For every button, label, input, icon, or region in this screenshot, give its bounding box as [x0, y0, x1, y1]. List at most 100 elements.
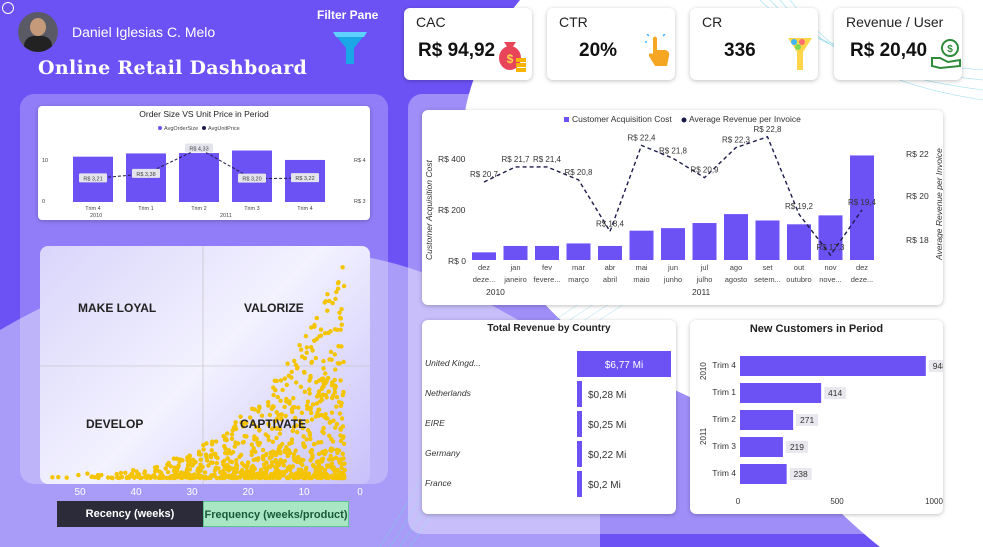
scatter-point	[280, 387, 285, 393]
scatter-point	[332, 383, 338, 388]
data-label: R$ 22,4	[627, 133, 656, 142]
scatter-point	[85, 471, 90, 476]
scatter-point	[307, 391, 312, 396]
data-label: $6,77 Mi	[605, 360, 643, 371]
scatter-point	[279, 412, 284, 417]
scatter-point	[289, 440, 294, 445]
legend-label: AvgUnitPrice	[208, 126, 240, 132]
scatter-x-axis: 50 40 30 20 10 0	[74, 487, 363, 498]
scatter-point	[213, 439, 219, 444]
x-tick: nov	[824, 263, 836, 272]
x-tick: 50	[74, 487, 86, 498]
scatter-point	[330, 300, 335, 306]
scatter-point	[330, 395, 335, 401]
svg-text:$: $	[947, 44, 953, 55]
scatter-point	[333, 327, 338, 332]
scatter-point	[334, 395, 340, 400]
scatter-point	[174, 456, 180, 461]
scatter-point	[292, 358, 297, 364]
scatter-point	[200, 464, 205, 470]
scatter-point	[284, 396, 289, 402]
scatter-point	[281, 463, 286, 468]
scatter-point	[142, 471, 147, 476]
scatter-point	[328, 329, 333, 334]
scatter-point	[239, 461, 245, 466]
bar	[503, 245, 528, 260]
scatter-point	[299, 347, 304, 352]
x-tick: Trim 4	[297, 206, 312, 212]
scatter-point	[209, 442, 215, 447]
scatter-point	[270, 473, 275, 478]
scatter-point	[257, 405, 262, 411]
bar	[787, 224, 811, 260]
bar	[740, 410, 794, 430]
scatter-point	[308, 375, 313, 380]
category-label: Trim 1	[712, 387, 736, 397]
data-label: 948	[933, 361, 943, 371]
scatter-point	[336, 448, 342, 453]
scatter-point	[325, 308, 330, 313]
scatter-point	[285, 361, 290, 366]
x-tick: dez	[856, 263, 868, 272]
tab-frequency[interactable]: Frequency (weeks/product)	[203, 501, 349, 527]
scatter-point	[298, 384, 304, 389]
scatter-point	[323, 371, 328, 376]
bar	[577, 441, 582, 467]
scatter-point	[299, 410, 305, 415]
scatter-point	[253, 449, 258, 455]
x-tick: 1000	[925, 497, 943, 506]
filter-icon[interactable]	[330, 28, 370, 68]
scatter-point	[307, 387, 312, 392]
scatter-point	[309, 410, 314, 416]
data-label: 238	[794, 469, 808, 479]
scatter-point	[282, 404, 287, 410]
y-tick: 0	[42, 199, 45, 205]
x-tick: outubro	[786, 275, 811, 284]
avatar	[18, 12, 58, 52]
scatter-point	[328, 349, 334, 355]
scatter-point	[291, 396, 296, 401]
scatter-point	[301, 369, 307, 375]
scatter-chart: MAKE LOYAL VALORIZE DEVELOP CAPTIVATE	[40, 246, 370, 484]
chart-title: Total Revenue by Country	[487, 323, 611, 334]
scatter-point	[340, 392, 345, 398]
scatter-point	[223, 472, 228, 477]
scatter-point	[314, 474, 319, 479]
settings-icon[interactable]	[2, 2, 14, 14]
data-label: R$ 21,7	[501, 155, 530, 164]
scatter-point	[289, 369, 294, 374]
scatter-point	[312, 442, 317, 447]
scatter-point	[278, 398, 283, 403]
scatter-point	[336, 399, 342, 405]
data-label: R$ 20,7	[470, 170, 499, 179]
bar	[850, 155, 874, 260]
kpi-title: CR	[702, 14, 723, 30]
y-tick: R$ 0	[448, 256, 466, 266]
tab-recency[interactable]: Recency (weeks)	[57, 501, 203, 527]
scatter-point	[308, 407, 313, 412]
scatter-point	[304, 403, 310, 408]
scatter-plot: MAKE LOYAL VALORIZE DEVELOP CAPTIVATE	[40, 246, 370, 484]
category-label: France	[425, 478, 452, 488]
kpi-card-ctr: CTR 20%	[547, 8, 675, 80]
scatter-point	[168, 464, 174, 469]
x-tick: setem...	[754, 275, 781, 284]
scatter-point	[322, 331, 328, 336]
scatter-point	[244, 465, 249, 470]
scatter-point	[262, 465, 267, 470]
x-tick: 20	[242, 487, 254, 498]
x-tick: junho	[663, 275, 682, 284]
scatter-point	[278, 444, 283, 450]
scatter-point	[151, 473, 157, 478]
bar	[661, 228, 685, 260]
scatter-point	[215, 455, 220, 461]
scatter-point	[156, 475, 162, 481]
year-label: 2011	[692, 287, 711, 297]
kpi-value: R$ 94,92	[418, 40, 496, 61]
cac-chart: Customer Acquisition Cost Average Revenu…	[422, 110, 944, 305]
x-tick: março	[568, 275, 589, 284]
scatter-point	[337, 411, 343, 416]
scatter-point	[340, 265, 345, 270]
y-tick: R$ 20	[906, 191, 929, 201]
scatter-point	[273, 464, 278, 470]
